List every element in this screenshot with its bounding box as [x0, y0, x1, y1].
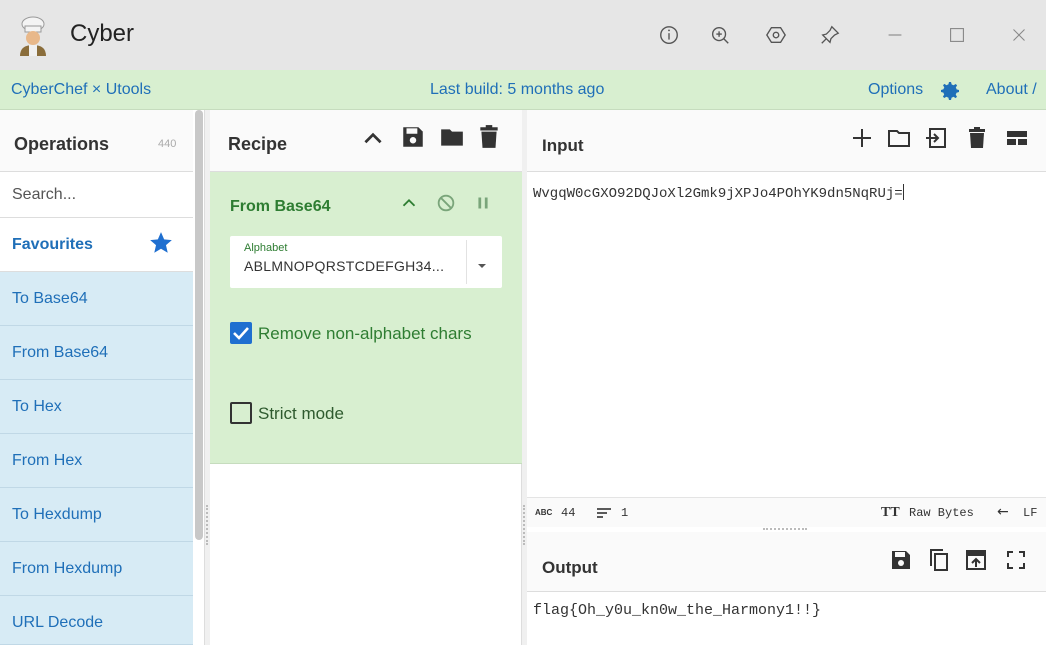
encoding-button[interactable]: Raw Bytes	[909, 506, 974, 520]
eol-button[interactable]: LF	[1023, 506, 1037, 520]
about-link[interactable]: About /	[986, 81, 1037, 99]
close-icon[interactable]	[1006, 22, 1032, 48]
nav-bar: CyberChef × Utools Last build: 5 months …	[0, 70, 1046, 110]
fullscreen-icon[interactable]	[1004, 548, 1028, 572]
checkmark-icon	[233, 327, 249, 340]
op-item-to-hex[interactable]: To Hex	[0, 380, 193, 434]
copy-icon[interactable]	[927, 548, 951, 572]
output-panel: Output flag{Oh_y0u_kn0w_the_Harmony1!!}	[527, 532, 1046, 645]
options-link[interactable]: Options	[868, 81, 923, 99]
strict-mode-checkbox[interactable]	[230, 402, 252, 424]
input-lines: 1	[621, 506, 629, 520]
op-item-from-base64[interactable]: From Base64	[0, 326, 193, 380]
alphabet-value: ABLMNOPQRSTCDEFGH34...	[244, 258, 445, 274]
settings-hex-icon[interactable]	[763, 22, 789, 48]
chef-logo-icon	[14, 16, 52, 56]
alphabet-select[interactable]: Alphabet ABLMNOPQRSTCDEFGH34...	[230, 236, 502, 288]
operations-count: 440	[158, 138, 177, 150]
chevron-up-icon[interactable]	[398, 192, 420, 214]
search-input[interactable]	[0, 172, 193, 218]
chevron-up-icon[interactable]	[360, 126, 386, 152]
recipe-panel: Recipe From Base64 Alphabet ABLMNOPQRSTC…	[210, 110, 522, 645]
star-icon[interactable]	[148, 230, 174, 256]
pin-icon[interactable]	[817, 22, 843, 48]
io-divider-grip[interactable]	[763, 528, 807, 530]
layout-icon[interactable]	[1005, 126, 1029, 150]
disable-icon[interactable]	[435, 192, 457, 214]
replace-input-icon[interactable]	[964, 548, 988, 572]
pause-icon[interactable]	[472, 192, 494, 214]
operations-title: Operations	[14, 134, 110, 154]
remove-non-alphabet-label[interactable]: Remove non-alphabet chars	[258, 324, 472, 344]
last-build-link[interactable]: Last build: 5 months ago	[430, 81, 604, 99]
save-icon[interactable]	[889, 548, 913, 572]
minimize-icon[interactable]	[882, 22, 908, 48]
trash-icon[interactable]	[476, 124, 502, 150]
operation-title: From Base64	[230, 198, 331, 215]
recipe-title: Recipe	[228, 134, 288, 154]
output-textarea[interactable]: flag{Oh_y0u_kn0w_the_Harmony1!!}	[533, 602, 821, 619]
alphabet-separator	[466, 240, 467, 284]
favourites-category[interactable]: Favourites	[0, 218, 193, 272]
text-encoding-icon[interactable]: TT	[881, 505, 900, 521]
op-item-from-hexdump[interactable]: From Hexdump	[0, 542, 193, 596]
input-panel: Input WvgqW0cGXO92DQJoXl2Gmk9jXPJo4POhYK…	[527, 110, 1046, 497]
divider-grip[interactable]	[523, 505, 525, 545]
input-textarea[interactable]: WvgqW0cGXO92DQJoXl2Gmk9jXPJo4POhYK9dn5Nq…	[533, 184, 904, 202]
alphabet-label: Alphabet	[244, 242, 288, 254]
folder-icon[interactable]	[439, 124, 465, 150]
recipe-header: Recipe	[210, 110, 522, 172]
zoom-in-icon[interactable]	[707, 22, 733, 48]
input-value: WvgqW0cGXO92DQJoXl2Gmk9jXPJo4POhYK9dn5Nq…	[533, 186, 903, 202]
input-length: 44	[561, 506, 576, 520]
open-folder-icon[interactable]	[887, 126, 911, 150]
remove-non-alphabet-checkbox[interactable]	[230, 322, 252, 344]
trash-icon[interactable]	[965, 126, 989, 150]
op-item-to-base64[interactable]: To Base64	[0, 272, 193, 326]
operations-header: Operations 440	[0, 110, 193, 172]
operations-scrollbar[interactable]	[195, 110, 203, 540]
lines-icon	[597, 507, 611, 519]
open-file-icon[interactable]	[924, 126, 948, 150]
input-status-bar: ABC 44 1 TT Raw Bytes ← LF	[527, 497, 1046, 527]
op-item-from-hex[interactable]: From Hex	[0, 434, 193, 488]
from-base64-operation: From Base64 Alphabet ABLMNOPQRSTCDEFGH34…	[210, 172, 522, 464]
plus-icon[interactable]	[850, 126, 874, 150]
operations-panel: Operations 440 Favourites To Base64 From…	[0, 110, 205, 645]
op-item-to-hexdump[interactable]: To Hexdump	[0, 488, 193, 542]
maximize-icon[interactable]	[944, 22, 970, 48]
info-icon[interactable]	[656, 22, 682, 48]
strict-mode-label[interactable]: Strict mode	[258, 404, 344, 424]
op-item-url-decode[interactable]: URL Decode	[0, 596, 193, 645]
app-title: Cyber	[70, 20, 135, 47]
title-bar: Cyber	[0, 0, 1046, 70]
eol-arrow-icon[interactable]: ←	[997, 504, 1009, 520]
divider-grip[interactable]	[206, 505, 208, 545]
brand-link[interactable]: CyberChef × Utools	[11, 81, 151, 99]
save-icon[interactable]	[400, 124, 426, 150]
gear-icon[interactable]	[938, 79, 962, 103]
caret-down-icon[interactable]	[476, 258, 488, 268]
favourites-label: Favourites	[12, 236, 93, 253]
length-icon: ABC	[535, 508, 553, 517]
output-header: Output	[527, 532, 1046, 592]
text-cursor	[902, 184, 904, 200]
output-title: Output	[542, 558, 598, 577]
input-header: Input	[527, 110, 1046, 172]
input-title: Input	[542, 136, 584, 155]
